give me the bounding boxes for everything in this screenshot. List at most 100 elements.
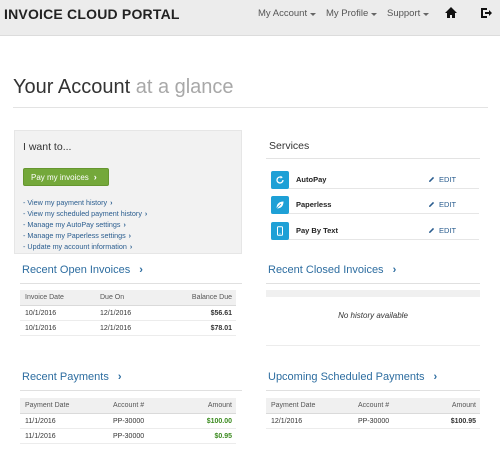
service-name-paperless: Paperless	[296, 200, 332, 209]
section-divider	[20, 390, 242, 391]
payment-amount: $100.95	[450, 418, 476, 425]
caret-down-icon	[371, 12, 378, 16]
section-divider	[266, 283, 480, 284]
i-want-to-title: I want to...	[23, 141, 72, 153]
column-header: Invoice Date	[25, 294, 64, 301]
pay-button-label: Pay my invoices	[31, 172, 89, 182]
edit-label: EDIT	[439, 175, 457, 184]
pencil-icon	[429, 227, 435, 233]
table-row[interactable]: 12/1/2016 PP-30000 $100.95	[266, 414, 480, 429]
nav-support[interactable]: Support	[387, 8, 430, 19]
chevron-right-icon: ›	[129, 244, 133, 251]
caret-down-icon	[423, 12, 430, 16]
recent-closed-invoices-heading[interactable]: Recent Closed Invoices ›	[268, 264, 396, 276]
nav-my-account[interactable]: My Account	[258, 8, 317, 19]
table-header: Payment Date Account # Amount	[266, 398, 480, 414]
column-header: Payment Date	[271, 402, 316, 409]
refresh-icon	[271, 171, 289, 189]
link-view-payment-history[interactable]: - View my payment history ›	[23, 197, 147, 208]
recent-payments-heading[interactable]: Recent Payments ›	[22, 371, 122, 383]
chevron-right-icon: ›	[110, 200, 113, 207]
phone-icon	[271, 222, 289, 240]
link-manage-paperless[interactable]: - Manage my Paperless settings ›	[23, 230, 147, 241]
due-date: 12/1/2016	[100, 310, 132, 317]
upcoming-scheduled-payments-heading[interactable]: Upcoming Scheduled Payments ›	[268, 371, 437, 383]
section-divider	[266, 390, 480, 391]
table-row[interactable]: 10/1/2016 12/1/2016 $56.61	[20, 306, 236, 321]
recent-payments-title: Recent Payments	[22, 371, 109, 383]
column-header: Balance Due	[191, 294, 232, 301]
balance-due: $56.61	[210, 310, 232, 317]
balance-due: $78.01	[210, 325, 232, 332]
service-row-autopay: AutoPay EDIT	[271, 171, 479, 189]
service-name-autopay: AutoPay	[296, 175, 327, 184]
leaf-icon	[271, 196, 289, 214]
payment-amount: $100.00	[206, 418, 232, 425]
account-number: PP-30000	[113, 418, 145, 425]
caret-down-icon	[310, 12, 317, 16]
pay-my-invoices-button[interactable]: Pay my invoices ›	[23, 168, 109, 186]
closed-invoices-empty: No history available	[266, 290, 480, 346]
brand-logo[interactable]: INVOICE CLOUD PORTAL	[4, 6, 180, 22]
chevron-right-icon: ›	[93, 172, 97, 182]
link-manage-autopay[interactable]: - Manage my AutoPay settings ›	[23, 219, 147, 230]
column-header: Due On	[100, 294, 125, 301]
pencil-icon	[429, 201, 435, 207]
home-icon[interactable]	[444, 6, 458, 20]
nav-my-profile[interactable]: My Profile	[326, 8, 378, 19]
table-header: Invoice Date Due On Balance Due	[20, 290, 236, 306]
edit-autopay-button[interactable]: EDIT	[428, 175, 456, 184]
invoice-date: 10/1/2016	[25, 310, 57, 317]
table-row[interactable]: 11/1/2016 PP-30000 $100.00	[20, 414, 236, 429]
title-divider	[13, 107, 488, 108]
empty-state-text: No history available	[338, 311, 408, 320]
recent-open-invoices-heading[interactable]: Recent Open Invoices ›	[22, 264, 143, 276]
services-divider	[266, 158, 480, 159]
page-title-main: Your Account	[13, 76, 131, 98]
account-number: PP-30000	[113, 433, 145, 440]
payment-date: 11/1/2016	[25, 418, 56, 425]
page-title-muted: at a glance	[135, 76, 234, 98]
recent-closed-invoices-title: Recent Closed Invoices	[268, 264, 384, 276]
upcoming-scheduled-payments-title: Upcoming Scheduled Payments	[268, 371, 425, 383]
column-header: Amount	[207, 402, 232, 409]
edit-label: EDIT	[439, 200, 457, 209]
chevron-right-icon: ›	[128, 233, 132, 240]
open-invoices-table: Invoice Date Due On Balance Due 10/1/201…	[20, 290, 236, 336]
edit-pay-by-text-button[interactable]: EDIT	[428, 226, 456, 235]
i-want-to-panel: I want to... Pay my invoices › - View my…	[14, 130, 242, 254]
link-view-scheduled-payment-history[interactable]: - View my scheduled payment history ›	[23, 208, 147, 219]
nav-my-account-label: My Account	[258, 8, 308, 19]
invoice-date: 10/1/2016	[25, 325, 57, 332]
section-divider	[20, 283, 242, 284]
due-date: 12/1/2016	[100, 325, 132, 332]
nav-my-profile-label: My Profile	[326, 8, 369, 19]
payment-date: 11/1/2016	[25, 433, 56, 440]
edit-label: EDIT	[439, 226, 457, 235]
column-header: Account #	[358, 402, 390, 409]
table-header	[266, 290, 480, 297]
quick-links: - View my payment history › - View my sch…	[23, 197, 147, 252]
recent-payments-table: Payment Date Account # Amount 11/1/2016 …	[20, 398, 236, 444]
link-update-account-info[interactable]: - Update my account information ›	[23, 241, 147, 252]
account-number: PP-30000	[358, 418, 390, 425]
chevron-right-icon: ›	[117, 371, 122, 383]
top-navbar: INVOICE CLOUD PORTAL My Account My Profi…	[0, 0, 500, 36]
recent-open-invoices-title: Recent Open Invoices	[22, 264, 131, 276]
scheduled-payments-table: Payment Date Account # Amount 12/1/2016 …	[266, 398, 480, 429]
nav-support-label: Support	[387, 8, 421, 19]
chevron-right-icon: ›	[139, 264, 143, 276]
service-row-paperless: Paperless EDIT	[271, 196, 479, 214]
table-row[interactable]: 11/1/2016 PP-30000 $0.95	[20, 429, 236, 444]
table-row[interactable]: 10/1/2016 12/1/2016 $78.01	[20, 321, 236, 336]
service-row-pay-by-text: Pay By Text EDIT	[271, 222, 479, 240]
column-header: Amount	[451, 402, 476, 409]
services-title: Services	[269, 140, 310, 152]
logout-icon[interactable]	[479, 6, 493, 20]
chevron-right-icon: ›	[123, 222, 126, 229]
column-header: Account #	[113, 402, 145, 409]
chevron-right-icon: ›	[392, 264, 397, 276]
edit-paperless-button[interactable]: EDIT	[428, 200, 456, 209]
payment-amount: $0.95	[214, 433, 232, 440]
payment-date: 12/1/2016	[271, 418, 303, 425]
